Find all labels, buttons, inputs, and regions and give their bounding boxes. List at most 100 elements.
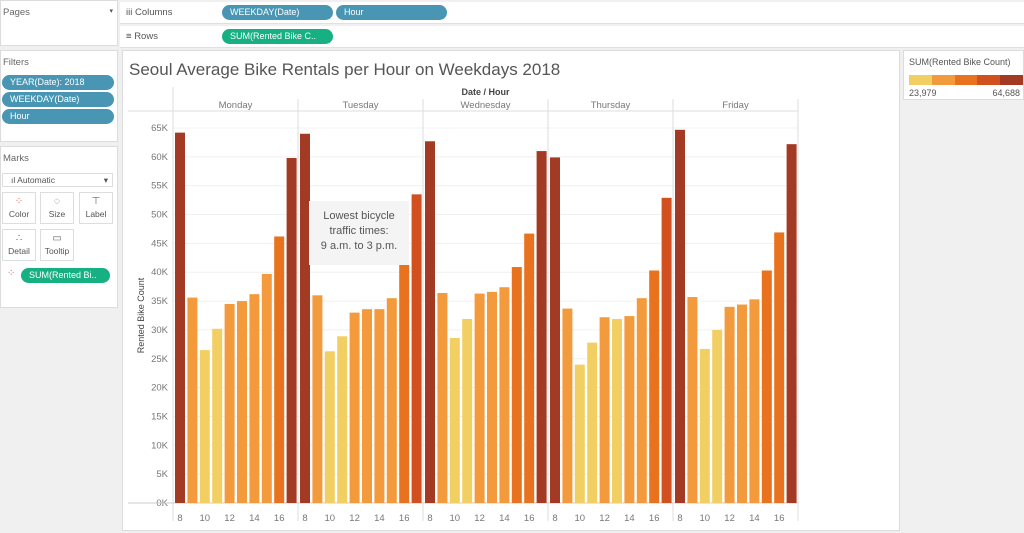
bar-wednesday-10 (449, 338, 460, 503)
rows-shelf[interactable]: ≡ Rows SUM(Rented Bike C.. (120, 26, 1024, 48)
bar-friday-13 (737, 304, 747, 503)
filter-pill-weekday[interactable]: WEEKDAY(Date) (2, 92, 114, 107)
rows-label: ≡ Rows (126, 31, 158, 42)
bar-monday-13 (237, 301, 247, 503)
legend-title: SUM(Rented Bike Count) (909, 57, 1011, 67)
bar-thursday-8 (550, 157, 560, 503)
x-tick-label: 16 (274, 513, 285, 524)
y-tick-label: 25K (151, 354, 169, 365)
bar-thursday-13 (612, 318, 622, 503)
tooltip-icon: ▭ (52, 233, 62, 244)
bar-wednesday-9 (437, 293, 448, 503)
x-tick-label: 14 (624, 513, 635, 524)
bar-chart: 0K5K10K15K20K25K30K35K40K45K50K55K60K65K… (128, 87, 799, 524)
label-icon: ⊤ (91, 196, 101, 207)
bar-tuesday-8 (300, 133, 310, 503)
color-legend: SUM(Rented Bike Count) 23,979 64,688 (903, 50, 1024, 100)
bar-friday-14 (749, 299, 760, 503)
legend-swatch (977, 75, 1001, 85)
y-tick-label: 60K (151, 152, 169, 163)
filters-shelf[interactable]: Filters YEAR(Date): 2018 WEEKDAY(Date) H… (0, 50, 118, 142)
bar-monday-15 (261, 273, 272, 503)
columns-label: iii Columns (126, 7, 173, 18)
legend-swatch (909, 75, 932, 85)
y-tick-label: 55K (151, 181, 169, 192)
bar-monday-16 (274, 236, 285, 503)
bar-wednesday-14 (499, 287, 510, 503)
y-tick-label: 45K (151, 238, 169, 249)
filter-pill-hour[interactable]: Hour (2, 109, 114, 124)
x-tick-label: 16 (399, 513, 410, 524)
legend-swatch (1000, 75, 1023, 85)
filter-pill-year[interactable]: YEAR(Date): 2018 (2, 75, 114, 90)
bar-thursday-16 (649, 270, 660, 503)
columns-pill-weekday[interactable]: WEEKDAY(Date) (222, 5, 333, 20)
pages-title: Pages (3, 7, 30, 18)
marks-pill-sum[interactable]: SUM(Rented Bi.. (21, 268, 110, 283)
x-tick-label: 10 (575, 513, 586, 524)
bar-tuesday-11 (337, 336, 348, 503)
x-tick-label: 8 (552, 513, 557, 524)
y-tick-label: 10K (151, 440, 169, 451)
pages-shelf[interactable]: Pages ▾ (0, 0, 118, 46)
size-button[interactable]: ◌ Size (40, 192, 74, 224)
x-tick-label: 10 (200, 513, 211, 524)
y-tick-label: 50K (151, 210, 169, 221)
y-tick-label: 5K (156, 469, 168, 480)
day-header: Tuesday (342, 100, 378, 111)
detail-icon: ∴ (15, 233, 23, 244)
bar-tuesday-17 (411, 194, 422, 503)
bar-friday-11 (712, 329, 723, 503)
bar-wednesday-8 (425, 141, 435, 503)
bar-friday-15 (761, 270, 772, 503)
sidebar-fill (0, 310, 118, 533)
x-tick-label: 10 (700, 513, 711, 524)
x-tick-label: 16 (524, 513, 535, 524)
bar-monday-17 (286, 158, 297, 503)
color-button[interactable]: ⁘ Color (2, 192, 36, 224)
bar-friday-17 (786, 144, 797, 503)
bar-thursday-11 (587, 342, 598, 503)
bar-thursday-10 (574, 364, 585, 503)
detail-button[interactable]: ∴ Detail (2, 229, 36, 261)
color-icon: ⁘ (7, 268, 16, 279)
x-tick-label: 12 (224, 513, 235, 524)
columns-pill-hour[interactable]: Hour (336, 5, 447, 20)
x-tick-label: 12 (724, 513, 735, 524)
y-tick-label: 65K (151, 123, 169, 134)
rows-icon: ≡ (126, 31, 132, 42)
x-tick-label: 16 (649, 513, 660, 524)
day-header: Friday (722, 100, 749, 111)
mark-type-select[interactable]: ıl Automatic ▾ (2, 173, 113, 187)
bar-friday-9 (687, 297, 698, 503)
x-tick-label: 8 (177, 513, 182, 524)
bar-wednesday-17 (536, 151, 547, 504)
bar-tuesday-13 (362, 309, 372, 503)
bar-thursday-9 (562, 308, 573, 503)
legend-color-ramp (909, 75, 1023, 85)
bar-friday-12 (724, 306, 735, 503)
bar-wednesday-13 (487, 291, 497, 503)
chevron-down-icon[interactable]: ▾ (109, 7, 113, 15)
legend-min: 23,979 (909, 88, 937, 98)
tooltip-button[interactable]: ▭ Tooltip (40, 229, 74, 261)
x-tick-label: 14 (374, 513, 385, 524)
x-axis-title: Date / Hour (461, 87, 510, 97)
bar-tuesday-12 (349, 312, 360, 503)
bar-friday-8 (675, 129, 685, 504)
y-tick-label: 40K (151, 267, 169, 278)
bar-friday-16 (774, 232, 785, 503)
bar-tuesday-14 (374, 309, 385, 503)
x-tick-label: 12 (474, 513, 485, 524)
y-tick-label: 20K (151, 383, 169, 394)
x-tick-label: 14 (749, 513, 760, 524)
columns-icon: iii (126, 7, 133, 18)
y-tick-label: 30K (151, 325, 169, 336)
y-axis-label: Rented Bike Count (136, 277, 146, 353)
rows-pill-sum[interactable]: SUM(Rented Bike C.. (222, 29, 333, 44)
columns-shelf[interactable]: iii Columns WEEKDAY(Date) Hour (120, 2, 1024, 24)
bar-tuesday-9 (312, 295, 323, 503)
bar-thursday-15 (636, 298, 647, 503)
legend-swatch (954, 75, 978, 85)
label-button[interactable]: ⊤ Label (79, 192, 113, 224)
